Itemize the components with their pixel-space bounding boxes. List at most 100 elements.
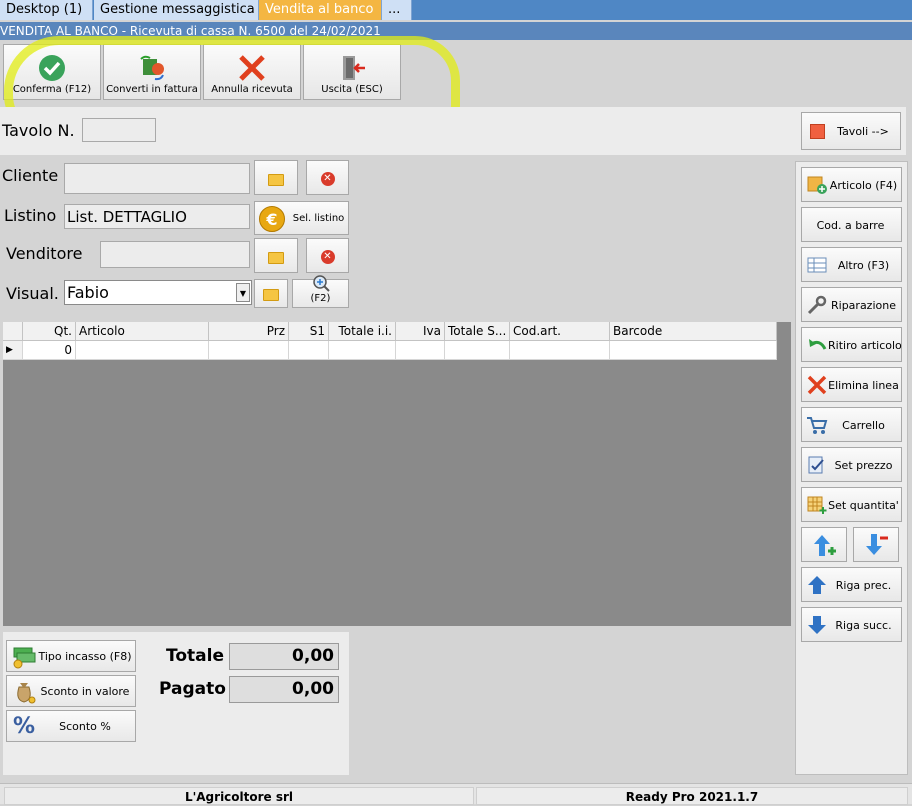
repair-label: Riparazione (831, 299, 896, 312)
barcode-label: Cod. a barre (816, 219, 885, 232)
magnifier-icon (313, 275, 330, 292)
tab-bar: Desktop (1) Gestione messaggistica Vendi… (0, 0, 912, 20)
tavolo-label: Tavolo N. (2, 121, 75, 140)
return-article-label: Ritiro articolo (828, 339, 902, 352)
tavoli-button[interactable]: Tavoli --> (801, 112, 901, 150)
cliente-clear-button[interactable]: ✕ (306, 160, 349, 195)
venditore-browse-button[interactable] (254, 238, 298, 273)
clear-icon: ✕ (320, 250, 335, 264)
table-cell[interactable]: 0 (23, 341, 76, 360)
wrench-icon (807, 295, 827, 315)
next-row-label: Riga succ. (835, 619, 892, 632)
column-header[interactable]: Qt. (23, 322, 76, 341)
app-version: Ready Pro 2021.1.7 (476, 787, 908, 805)
value-discount-button[interactable]: Sconto in valore (6, 675, 136, 707)
cancel-receipt-label: Annulla ricevuta (211, 84, 293, 95)
folder-icon (268, 174, 284, 186)
table-cell[interactable] (329, 341, 396, 360)
percent-icon: % (12, 714, 36, 739)
confirm-button[interactable]: Conferma (F12) (3, 44, 101, 100)
column-header[interactable]: Prz (209, 322, 289, 341)
percent-discount-label: Sconto % (59, 720, 111, 733)
previous-row-button[interactable]: Riga prec. (801, 567, 902, 602)
move-down-remove-button[interactable] (853, 527, 899, 562)
tavoli-button-label: Tavoli --> (837, 125, 889, 138)
convert-to-invoice-label: Converti in fattura (106, 84, 198, 95)
payment-type-button[interactable]: Tipo incasso (F8) (6, 640, 136, 672)
sel-listino-label: Sel. listino (292, 213, 345, 224)
confirm-button-label: Conferma (F12) (12, 84, 92, 95)
percent-discount-button[interactable]: % Sconto % (6, 710, 136, 742)
row-indicator-icon: ▶ (3, 341, 23, 360)
repair-button[interactable]: Riparazione (801, 287, 902, 322)
table-cell[interactable] (209, 341, 289, 360)
cancel-receipt-button[interactable]: Annulla ricevuta (203, 44, 301, 100)
cliente-input[interactable] (64, 163, 250, 194)
set-quantity-button[interactable]: Set quantita' (801, 487, 902, 522)
price-tag-icon (808, 456, 824, 474)
barcode-button[interactable]: Cod. a barre (801, 207, 902, 242)
quantity-grid-icon (807, 496, 827, 514)
cancel-x-icon (239, 55, 265, 81)
arrow-up-plus-icon (814, 535, 836, 556)
delete-line-button[interactable]: Elimina linea (801, 367, 902, 402)
cliente-browse-button[interactable] (254, 160, 298, 195)
chevron-down-icon[interactable]: ▼ (236, 283, 250, 302)
status-bar: L'Agricoltore srl Ready Pro 2021.1.7 (0, 783, 912, 805)
tab-vendita-al-banco[interactable]: Vendita al banco (259, 0, 382, 20)
other-icon (807, 257, 827, 273)
window-title: VENDITA AL BANCO - Ricevuta di cassa N. … (0, 22, 912, 40)
column-header[interactable]: S1 (289, 322, 329, 341)
set-price-button[interactable]: Set prezzo (801, 447, 902, 482)
cliente-label: Cliente (2, 166, 59, 185)
visual-selected-value: Fabio (67, 283, 109, 302)
tavolo-bar: Tavolo N. Tavoli --> (0, 107, 906, 155)
exit-button-label: Uscita (ESC) (321, 84, 383, 95)
tab-more[interactable]: ... (382, 0, 412, 20)
grid-corner (3, 322, 23, 341)
table-cell[interactable] (610, 341, 777, 360)
visual-select[interactable]: Fabio ▼ (64, 280, 252, 305)
sel-listino-button[interactable]: € Sel. listino (254, 201, 349, 235)
items-grid[interactable]: Qt. Articolo Prz S1 Totale i.i. Iva Tota… (3, 322, 791, 626)
delete-line-label: Elimina linea (828, 379, 899, 392)
other-button[interactable]: Altro (F3) (801, 247, 902, 282)
table-cell[interactable] (510, 341, 610, 360)
payment-type-label: Tipo incasso (F8) (38, 650, 132, 663)
totals-panel: Tipo incasso (F8) Sconto in valore % Sco… (3, 632, 349, 775)
exit-button[interactable]: Uscita (ESC) (303, 44, 401, 100)
column-header[interactable]: Barcode (610, 322, 777, 341)
company-name: L'Agricoltore srl (4, 787, 474, 805)
column-header[interactable]: Totale i.i. (329, 322, 396, 341)
column-header[interactable]: Cod.art. (510, 322, 610, 341)
column-header[interactable]: Totale S... (445, 322, 510, 341)
column-header[interactable]: Iva (396, 322, 445, 341)
toolbar: Conferma (F12) Converti in fattura Annul… (0, 40, 912, 104)
convert-icon (140, 55, 164, 81)
column-header[interactable]: Articolo (76, 322, 209, 341)
convert-to-invoice-button[interactable]: Converti in fattura (103, 44, 201, 100)
table-cell[interactable] (76, 341, 209, 360)
next-row-button[interactable]: Riga succ. (801, 607, 902, 642)
visual-label: Visual. (6, 284, 59, 303)
venditore-clear-button[interactable]: ✕ (306, 238, 349, 273)
tab-gestione-messaggistica[interactable]: Gestione messaggistica (94, 0, 259, 20)
table-cell[interactable] (396, 341, 445, 360)
add-article-button[interactable]: Articolo (F4) (801, 167, 902, 202)
search-button[interactable]: (F2) (292, 275, 349, 308)
paid-value: 0,00 (229, 676, 339, 703)
table-cell[interactable] (289, 341, 329, 360)
visual-browse-button[interactable] (254, 279, 288, 308)
venditore-input[interactable] (100, 241, 250, 268)
arrow-down-minus-icon (866, 534, 888, 555)
table-cell[interactable] (445, 341, 510, 360)
paid-label: Pagato (159, 679, 226, 699)
tab-desktop[interactable]: Desktop (1) (0, 0, 93, 20)
exit-door-icon (343, 56, 365, 80)
tavolo-input[interactable] (82, 118, 156, 142)
add-article-icon (807, 176, 827, 194)
cart-button[interactable]: Carrello (801, 407, 902, 442)
return-article-button[interactable]: Ritiro articolo (801, 327, 902, 362)
arrow-up-icon (808, 576, 826, 594)
move-up-add-button[interactable] (801, 527, 847, 562)
